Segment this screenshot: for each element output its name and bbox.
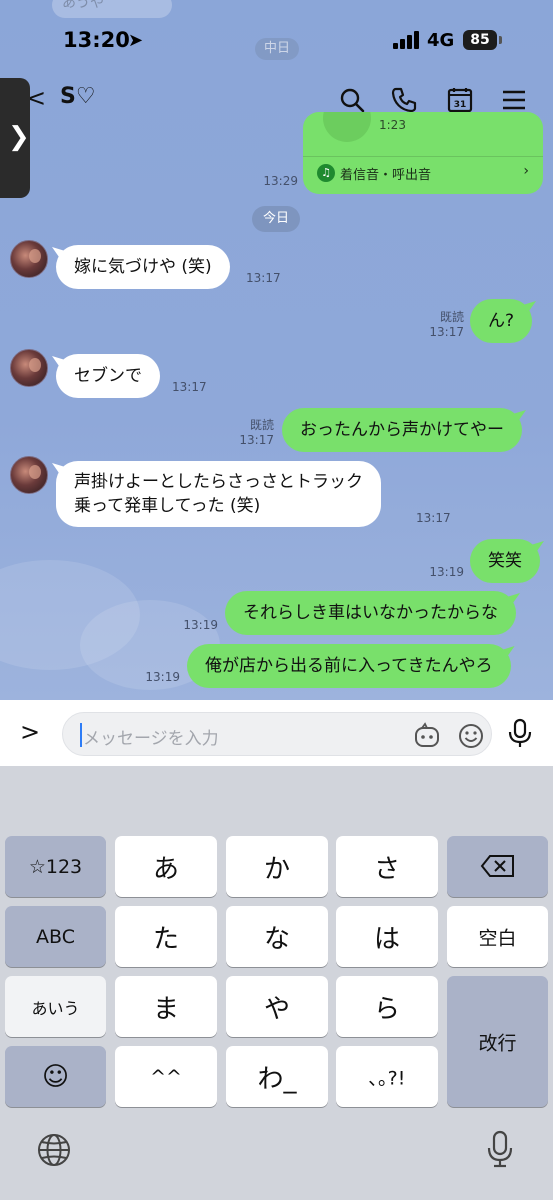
audio-card-top: 1:23 (303, 112, 543, 156)
key-abc[interactable]: ABC (5, 906, 106, 967)
incoming-message[interactable]: 声掛けよーとしたらさっさとトラック 乗って発車してった (笑) (56, 461, 381, 527)
calendar-icon[interactable]: 31 (446, 86, 474, 114)
key-punctuation[interactable]: ､｡?! (336, 1046, 438, 1107)
text-caret (80, 723, 82, 747)
message-time: 13:17 (429, 325, 464, 339)
message-input[interactable]: メッセージを入力 (62, 712, 492, 756)
avatar[interactable] (10, 456, 48, 494)
incoming-message[interactable]: 嫁に気づけや (笑) (56, 245, 230, 289)
message-time: 13:19 (145, 670, 180, 684)
side-panel-chevron-icon: ❯ (8, 122, 30, 152)
backspace-icon (480, 855, 514, 877)
emoji-key[interactable]: ☺ (5, 1046, 106, 1107)
avatar[interactable] (10, 349, 48, 387)
card-divider (303, 156, 543, 157)
cellular-signal-icon (393, 31, 421, 49)
space-key[interactable]: 空白 (447, 906, 548, 967)
location-arrow-icon: ➤ (128, 30, 144, 51)
phone-icon[interactable] (390, 86, 418, 114)
ringtone-message-card[interactable]: 1:23 ♫ 着信音・呼出音 › (303, 112, 543, 194)
sticker-icon[interactable] (413, 722, 441, 750)
incoming-message[interactable]: セブンで (56, 354, 160, 398)
microphone-icon[interactable] (505, 718, 535, 748)
date-separator: 今日 (252, 206, 300, 232)
return-key[interactable]: 改行 (447, 976, 548, 1107)
battery-level: 85 (463, 30, 497, 50)
read-receipt: 既読 (249, 418, 274, 432)
key-ra[interactable]: ら (336, 976, 438, 1037)
key-a[interactable]: あ (115, 836, 217, 897)
chat-title: S♡ (60, 84, 96, 109)
key-ma[interactable]: ま (115, 976, 217, 1037)
key-kana[interactable]: あいう (5, 976, 106, 1037)
outgoing-message[interactable]: それらしき車はいなかったからな (225, 591, 516, 635)
key-ha[interactable]: は (336, 906, 438, 967)
expand-chevron-icon[interactable]: > (20, 718, 40, 746)
key-numbers[interactable]: ☆123 (5, 836, 106, 897)
outgoing-message[interactable]: 俺が店から出る前に入ってきたんやろ (187, 644, 511, 688)
battery-icon (499, 36, 502, 44)
audio-duration: 1:23 (379, 118, 406, 132)
message-line: 声掛けよーとしたらさっさとトラック (74, 472, 363, 492)
avatar[interactable] (10, 240, 48, 278)
message-line: 乗って発車してった (笑) (74, 496, 261, 516)
globe-icon[interactable] (36, 1132, 72, 1168)
message-input-placeholder: メッセージを入力 (83, 729, 219, 749)
message-time: 13:19 (183, 618, 218, 632)
chat-area: あうや 中日 13:20 ➤ 4G 85 ❯ < S♡ 31 1:23 ♫ 着信… (0, 0, 553, 700)
key-ka[interactable]: か (226, 836, 328, 897)
menu-icon[interactable] (500, 86, 528, 114)
outgoing-message[interactable]: ん? (470, 299, 533, 343)
backspace-key[interactable] (447, 836, 548, 897)
dictation-microphone-icon[interactable] (486, 1130, 514, 1168)
network-type: 4G (427, 30, 455, 51)
key-ta[interactable]: た (115, 906, 217, 967)
message-input-bar: > メッセージを入力 (0, 700, 553, 766)
message-time: 13:17 (172, 380, 207, 394)
ringtone-label: 着信音・呼出音 (340, 168, 432, 183)
side-panel-handle[interactable]: ❯ (0, 78, 30, 198)
search-icon[interactable] (338, 86, 366, 114)
key-wa[interactable]: わ_ (226, 1046, 328, 1107)
status-time: 13:20 (63, 28, 130, 52)
music-note-icon: ♫ (317, 164, 335, 182)
chevron-right-icon: › (523, 163, 529, 179)
message-time: 13:17 (239, 433, 274, 447)
key-ya[interactable]: や (226, 976, 328, 1037)
read-receipt: 既読 (439, 310, 464, 324)
message-time: 13:17 (246, 271, 281, 285)
status-bar: 13:20 ➤ 4G 85 (0, 0, 553, 80)
outgoing-message[interactable]: おったんから声かけてやー (282, 408, 522, 452)
emoji-icon[interactable] (457, 722, 485, 750)
message-time: 13:17 (416, 511, 451, 525)
message-time: 13:29 (263, 174, 298, 188)
key-sa[interactable]: さ (336, 836, 438, 897)
audio-thumbnail (323, 112, 371, 142)
key-kaomoji[interactable]: ^^ (115, 1046, 217, 1107)
message-time: 13:19 (429, 565, 464, 579)
svg-text:31: 31 (454, 100, 467, 110)
key-na[interactable]: な (226, 906, 328, 967)
outgoing-message[interactable]: 笑笑 (470, 539, 540, 583)
